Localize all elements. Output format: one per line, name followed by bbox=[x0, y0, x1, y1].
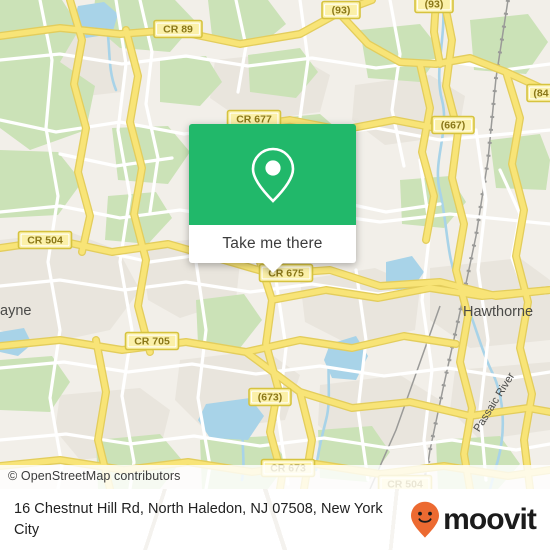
shield-673: (673) bbox=[248, 387, 292, 407]
shield-93-a-label: (93) bbox=[332, 5, 351, 17]
moovit-map-screenshot: ayne Hawthorne Passaic River CR 89 (93) (93)… bbox=[0, 0, 550, 550]
map-attribution: © OpenStreetMap contributors bbox=[0, 465, 550, 489]
shield-93-b-label: (93) bbox=[425, 0, 444, 11]
shield-cr-89-label: CR 89 bbox=[163, 24, 193, 36]
shield-84: (84 bbox=[526, 83, 550, 103]
wayne-label: ayne bbox=[0, 303, 31, 319]
popup-header bbox=[189, 124, 356, 225]
shield-cr-705: CR 705 bbox=[124, 331, 180, 351]
shield-cr-705-label: CR 705 bbox=[134, 336, 170, 348]
shield-93-a: (93) bbox=[321, 0, 361, 20]
shield-cr-89: CR 89 bbox=[153, 19, 203, 39]
shield-cr-504-left: CR 504 bbox=[17, 230, 73, 250]
shield-667-label: (667) bbox=[441, 120, 466, 132]
moovit-pin-icon bbox=[411, 501, 440, 538]
address-label: 16 Chestnut Hill Rd, North Haledon, NJ 0… bbox=[14, 500, 383, 538]
location-popup[interactable]: Take me there bbox=[189, 124, 356, 273]
moovit-logo[interactable]: moovit bbox=[410, 501, 537, 539]
popup-pointer bbox=[261, 262, 284, 273]
shield-93-b: (93) bbox=[414, 0, 454, 14]
shield-cr-504-left-label: CR 504 bbox=[27, 235, 63, 247]
footer-bar: 16 Chestnut Hill Rd, North Haledon, NJ 0… bbox=[0, 489, 550, 550]
hawthorne-label: Hawthorne bbox=[463, 304, 533, 320]
moovit-wordmark: moovit bbox=[443, 502, 537, 536]
shield-667: (667) bbox=[431, 115, 475, 135]
take-me-there-button[interactable]: Take me there bbox=[189, 225, 356, 263]
map-pin-icon bbox=[251, 147, 294, 203]
take-me-there-label: Take me there bbox=[222, 235, 323, 252]
shield-673-label: (673) bbox=[258, 392, 283, 404]
shield-84-label: (84 bbox=[533, 88, 548, 100]
